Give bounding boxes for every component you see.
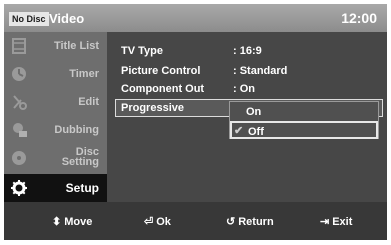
film-icon bbox=[12, 38, 26, 54]
setting-component-out-value: : On bbox=[233, 83, 255, 95]
option-label: Off bbox=[248, 126, 264, 138]
setting-progressive-label[interactable]: Progressive bbox=[121, 101, 184, 115]
sidebar: Title List Timer Edit Dubbing Disc Setti… bbox=[4, 32, 107, 202]
sidebar-item-label: Dubbing bbox=[54, 124, 99, 136]
sidebar-item-setup[interactable]: Setup bbox=[4, 174, 107, 202]
sidebar-item-disc-setting[interactable]: Disc Setting bbox=[4, 144, 107, 172]
checkmark-icon: ✔ bbox=[234, 125, 244, 137]
hint-move: ⬍ Move bbox=[52, 215, 92, 229]
hint-exit: ⇥ Exit bbox=[320, 215, 352, 229]
gear-icon bbox=[11, 180, 27, 196]
sidebar-item-label-line2: Setting bbox=[61, 156, 99, 168]
enter-icon: ⏎ bbox=[144, 216, 154, 228]
progressive-dropdown[interactable]: On ✔ Off bbox=[229, 101, 379, 139]
hint-move-label: Move bbox=[64, 216, 93, 228]
hint-return: ↺ Return bbox=[226, 215, 274, 229]
return-arrow-icon: ↺ bbox=[226, 216, 236, 228]
setting-picture-control-label[interactable]: Picture Control bbox=[121, 64, 200, 78]
sidebar-item-label: Timer bbox=[69, 68, 99, 80]
setup-screen: No Disc Video 12:00 Title List Timer Edi… bbox=[0, 0, 391, 245]
title-bar: No Disc Video 12:00 bbox=[4, 4, 387, 32]
button-guide-bar: ⬍ Move ⏎ Ok ↺ Return ⇥ Exit bbox=[4, 202, 387, 240]
option-label: On bbox=[246, 106, 262, 118]
setting-tv-type-value: : 16:9 bbox=[233, 45, 262, 57]
sidebar-item-label: Setup bbox=[65, 181, 99, 195]
exit-icon: ⇥ bbox=[320, 216, 330, 228]
sidebar-item-label: Disc Setting bbox=[61, 147, 99, 168]
dropdown-option-on[interactable]: On bbox=[230, 103, 378, 121]
sidebar-item-edit[interactable]: Edit bbox=[4, 88, 107, 116]
sidebar-item-timer[interactable]: Timer bbox=[4, 60, 107, 88]
hint-exit-label: Exit bbox=[332, 216, 353, 228]
sidebar-item-label: Edit bbox=[78, 96, 99, 108]
up-down-arrows-icon: ⬍ bbox=[52, 216, 62, 228]
dropdown-option-off[interactable]: ✔ Off bbox=[230, 121, 378, 139]
dubbing-icon bbox=[13, 123, 27, 137]
sidebar-item-label: Title List bbox=[53, 40, 99, 52]
hint-ok-label: Ok bbox=[156, 216, 171, 228]
hint-return-label: Return bbox=[238, 216, 274, 228]
timer-icon bbox=[12, 67, 26, 81]
sidebar-item-dubbing[interactable]: Dubbing bbox=[4, 116, 107, 144]
disc-status-badge: No Disc bbox=[9, 12, 49, 26]
clock: 12:00 bbox=[341, 10, 377, 26]
setting-tv-type-label[interactable]: TV Type bbox=[121, 44, 163, 58]
disc-icon bbox=[12, 151, 26, 165]
scissors-icon bbox=[13, 95, 27, 110]
hint-ok: ⏎ Ok bbox=[144, 215, 171, 229]
sidebar-item-title-list[interactable]: Title List bbox=[4, 32, 107, 60]
setting-picture-control-value: : Standard bbox=[233, 65, 288, 77]
page-title: Video bbox=[49, 11, 85, 26]
setting-component-out-label[interactable]: Component Out bbox=[121, 82, 204, 96]
